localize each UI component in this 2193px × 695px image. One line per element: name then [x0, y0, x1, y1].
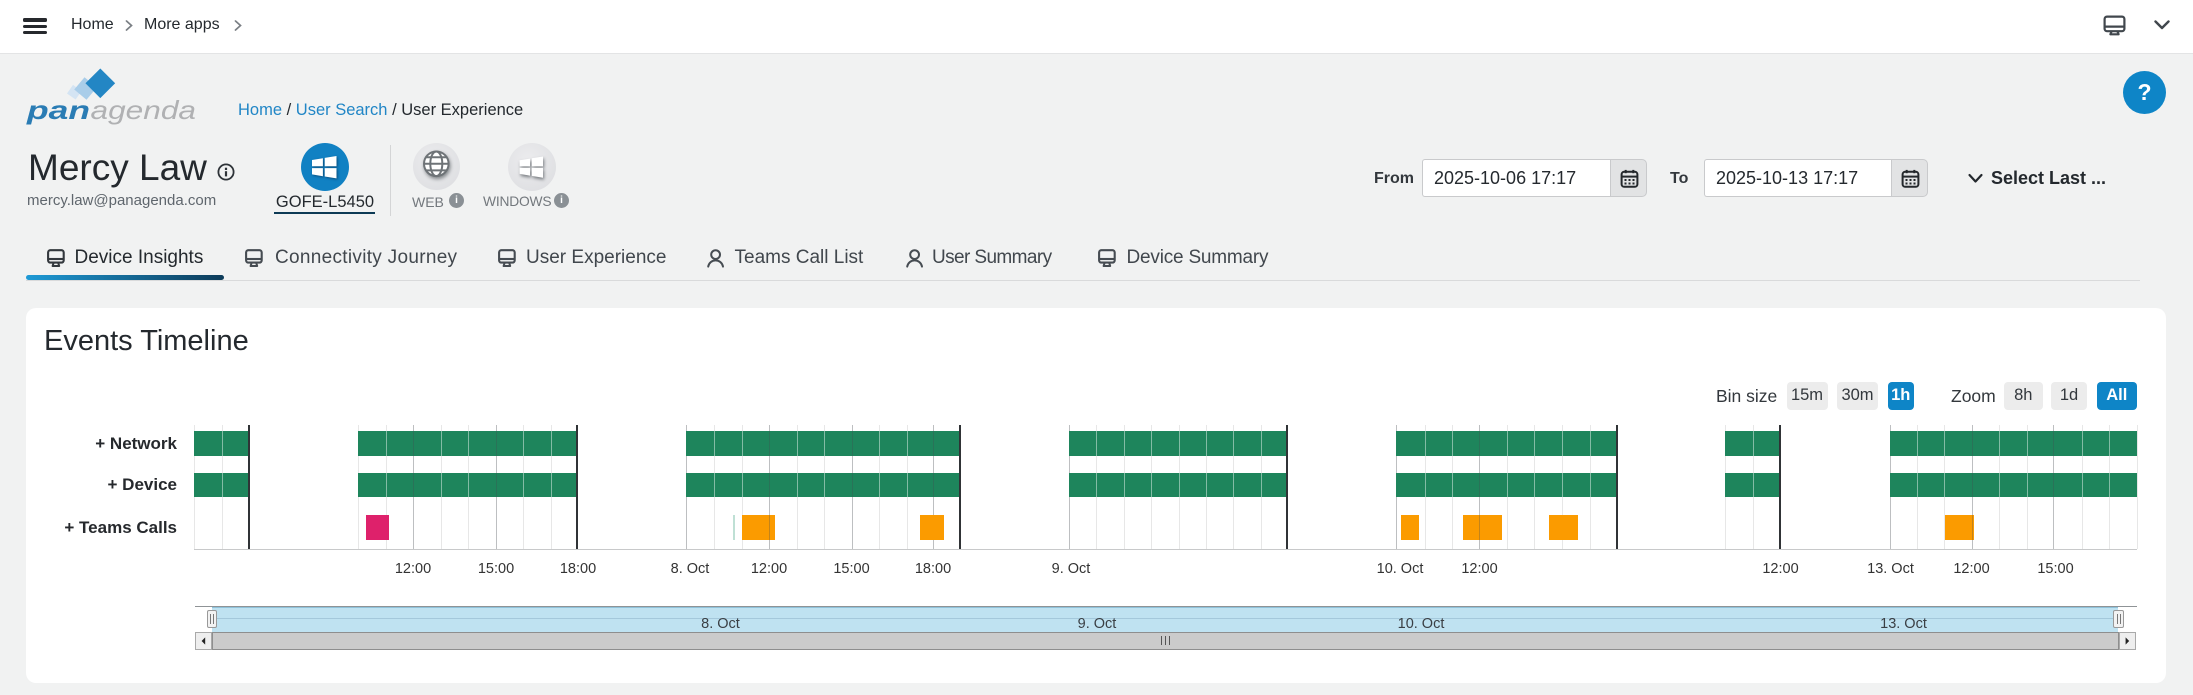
svg-text:pan: pan [26, 95, 90, 125]
svg-text:agenda: agenda [91, 95, 197, 125]
